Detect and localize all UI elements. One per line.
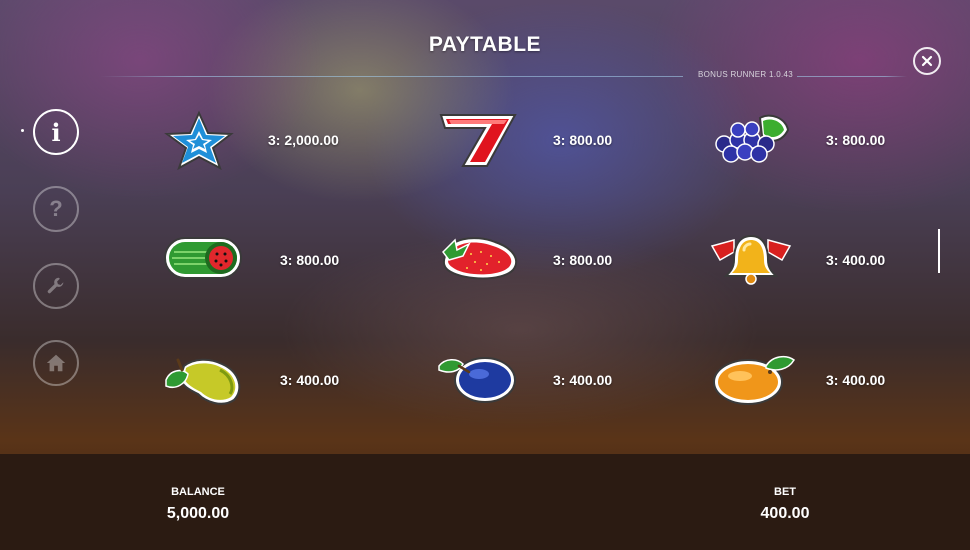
balance-value: 5,000.00 (166, 505, 230, 522)
bell-icon (710, 234, 792, 285)
symbol-cell-star: 3: 2,000.00 (155, 110, 435, 190)
header-divider-right (797, 76, 907, 77)
orange-icon (713, 355, 795, 405)
paytable-title: PAYTABLE (428, 33, 542, 56)
footer-bar (0, 454, 970, 550)
payout-strawberry: 3: 800.00 (553, 252, 613, 268)
balance-label: BALANCE (171, 486, 225, 498)
symbol-cell-orange: 3: 400.00 (708, 350, 970, 430)
seven-icon (439, 114, 517, 167)
active-indicator-dot (21, 129, 24, 132)
pear-icon (165, 358, 241, 405)
symbol-cell-bell: 3: 400.00 (708, 230, 970, 310)
payout-plum: 3: 400.00 (553, 372, 613, 388)
version-label: BONUS RUNNER 1.0.43 (698, 70, 794, 79)
payout-orange: 3: 400.00 (826, 372, 886, 388)
close-icon (921, 55, 933, 67)
star-icon (164, 110, 234, 170)
symbol-cell-pear: 3: 400.00 (160, 350, 440, 430)
info-icon: i (51, 117, 61, 147)
symbol-cell-seven: 3: 800.00 (435, 110, 715, 190)
sidebar-item-help[interactable]: ? (33, 186, 79, 232)
header-divider-left (100, 76, 683, 77)
bet-value: 400.00 (760, 505, 810, 522)
bet-label: BET (774, 486, 796, 498)
question-icon: ? (49, 196, 63, 221)
sidebar-item-settings[interactable] (33, 263, 79, 309)
symbol-cell-watermelon: 3: 800.00 (160, 230, 440, 310)
symbol-cell-strawberry: 3: 800.00 (435, 230, 715, 310)
symbol-cell-plum: 3: 400.00 (435, 350, 715, 430)
grapes-icon (715, 114, 790, 163)
watermelon-icon (164, 237, 242, 279)
payout-grapes: 3: 800.00 (826, 132, 886, 148)
plum-icon (438, 357, 516, 403)
payout-pear: 3: 400.00 (280, 372, 340, 388)
wrench-icon (47, 277, 64, 294)
symbol-cell-grapes: 3: 800.00 (708, 110, 970, 190)
payout-star: 3: 2,000.00 (268, 132, 339, 148)
payout-seven: 3: 800.00 (553, 132, 613, 148)
payout-bell: 3: 400.00 (826, 252, 886, 268)
home-icon (46, 354, 66, 372)
sidebar-item-home[interactable] (33, 340, 79, 386)
strawberry-icon (442, 237, 518, 280)
sidebar-item-info[interactable]: i (33, 109, 79, 155)
payout-watermelon: 3: 800.00 (280, 252, 340, 268)
close-button[interactable] (913, 47, 941, 75)
